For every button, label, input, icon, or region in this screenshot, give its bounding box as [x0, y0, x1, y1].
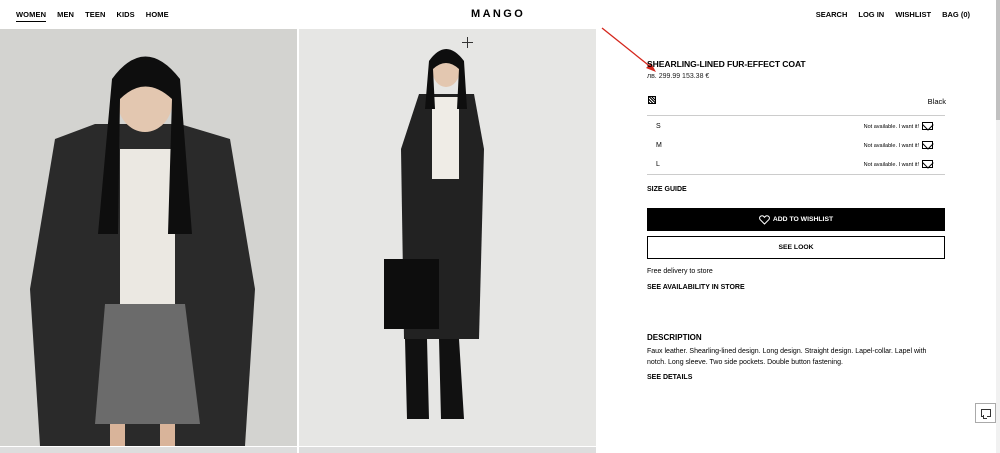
size-label: L: [656, 161, 660, 168]
account-nav: SEARCH LOG IN WISHLIST BAG (0): [816, 10, 970, 19]
top-navigation: WOMEN MEN TEEN KIDS HOME MANGO SEARCH LO…: [0, 0, 996, 28]
primary-nav: WOMEN MEN TEEN KIDS HOME: [16, 10, 169, 22]
size-option[interactable]: L Not available. I want it!: [647, 156, 945, 174]
see-look-label: SEE LOOK: [778, 244, 814, 251]
store-availability-link[interactable]: SEE AVAILABILITY IN STORE: [647, 284, 745, 291]
chat-icon: [981, 409, 991, 419]
color-name: Black: [927, 97, 946, 106]
nav-men[interactable]: MEN: [57, 10, 74, 22]
divider: [647, 115, 945, 116]
nav-kids[interactable]: KIDS: [116, 10, 134, 22]
description-text: Faux leather. Shearling-lined design. Lo…: [647, 348, 927, 366]
scrollbar-thumb[interactable]: [996, 0, 1000, 120]
bag-link[interactable]: BAG (0): [942, 10, 970, 19]
model-photo-full: [299, 29, 596, 446]
add-to-wishlist-button[interactable]: ADD TO WISHLIST: [647, 208, 945, 231]
size-option[interactable]: M Not available. I want it!: [647, 137, 945, 155]
product-photo-2[interactable]: [299, 29, 596, 446]
envelope-icon[interactable]: [922, 160, 933, 168]
delivery-info: Free delivery to store: [647, 268, 713, 275]
brand-logo[interactable]: MANGO: [471, 8, 525, 20]
envelope-icon[interactable]: [922, 141, 933, 149]
availability-status[interactable]: Not available. I want it!: [864, 143, 919, 149]
heart-icon: [758, 214, 770, 225]
availability-status[interactable]: Not available. I want it!: [864, 162, 919, 168]
see-details-link[interactable]: SEE DETAILS: [647, 374, 692, 381]
wishlist-link[interactable]: WISHLIST: [895, 10, 931, 19]
model-photo-closeup: [0, 29, 297, 446]
availability-status[interactable]: Not available. I want it!: [864, 124, 919, 130]
size-label: S: [656, 123, 661, 130]
nav-women[interactable]: WOMEN: [16, 10, 47, 22]
product-photo-1[interactable]: [0, 29, 297, 446]
product-price: лв. 299.99 153.38 €: [647, 73, 710, 80]
size-option[interactable]: S Not available. I want it!: [647, 118, 945, 136]
red-arrow-annotation: [601, 27, 656, 72]
envelope-icon[interactable]: [922, 122, 933, 130]
next-photo-strip-2: [299, 447, 596, 453]
chat-button[interactable]: [975, 403, 996, 423]
color-swatch[interactable]: [648, 96, 656, 104]
size-label: M: [656, 142, 662, 149]
add-to-wishlist-label: ADD TO WISHLIST: [772, 216, 834, 223]
product-title: SHEARLING-LINED FUR-EFFECT COAT: [647, 59, 806, 69]
size-guide-link[interactable]: SIZE GUIDE: [647, 186, 687, 193]
nav-teen[interactable]: TEEN: [85, 10, 105, 22]
description-heading: DESCRIPTION: [647, 333, 702, 342]
nav-home[interactable]: HOME: [146, 10, 169, 22]
next-photo-strip-1: [0, 447, 297, 453]
search-link[interactable]: SEARCH: [816, 10, 848, 19]
login-link[interactable]: LOG IN: [858, 10, 884, 19]
plus-icon[interactable]: [461, 36, 474, 49]
divider: [647, 174, 945, 175]
see-look-button[interactable]: SEE LOOK: [647, 236, 945, 259]
